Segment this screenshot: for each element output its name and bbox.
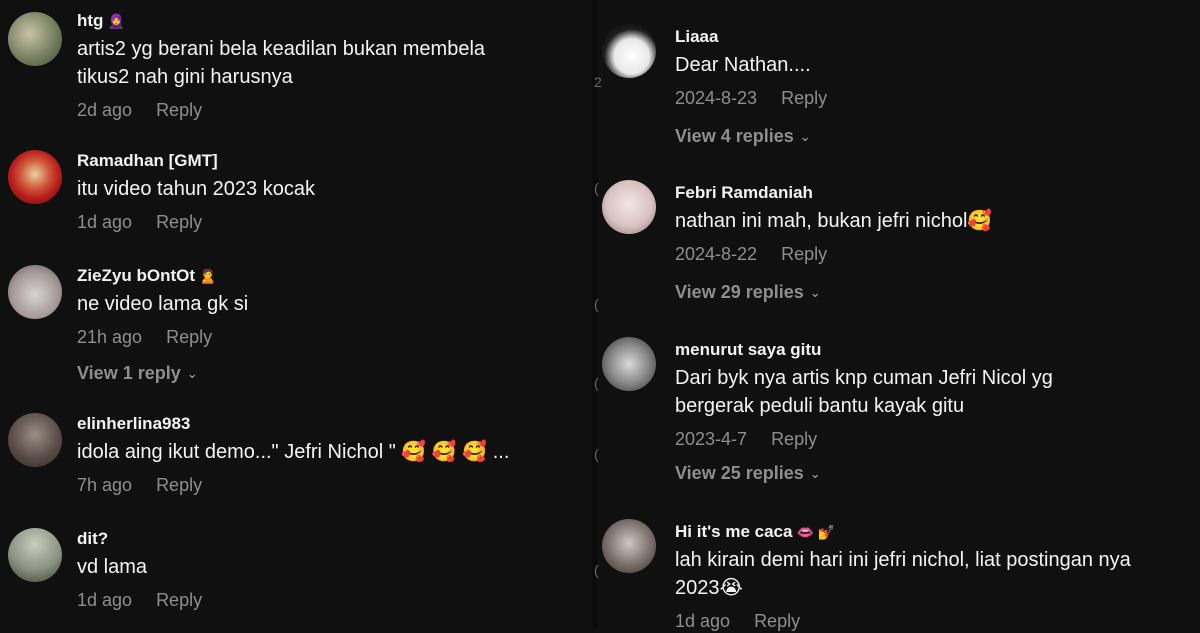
comment-meta: 2023-4-7 Reply bbox=[675, 427, 1192, 451]
comment-text: Dari byk nya artis knp cuman Jefri Nicol… bbox=[675, 367, 1053, 417]
avatar[interactable] bbox=[602, 519, 656, 573]
comment-username[interactable]: dit? bbox=[77, 528, 582, 550]
comment-timestamp: 7h ago bbox=[77, 475, 133, 495]
comment-username[interactable]: htg 🧕 bbox=[77, 10, 582, 32]
chevron-down-icon: ⌄ bbox=[809, 466, 821, 481]
comment-text: lah kirain demi hari ini jefri nichol, l… bbox=[675, 549, 1131, 599]
comment-timestamp: 21h ago bbox=[77, 327, 143, 347]
comment-timestamp: 1d ago bbox=[77, 590, 133, 610]
comment-timestamp: 2024-8-23 bbox=[675, 88, 758, 108]
avatar[interactable] bbox=[8, 413, 62, 467]
view-replies-button[interactable]: View 29 replies ⌄ bbox=[675, 280, 1192, 306]
comment-meta: 1d ago Reply bbox=[77, 210, 582, 234]
comment-username[interactable]: menurut saya gitu bbox=[675, 339, 1192, 361]
user-badge-emoji: 🧕 bbox=[107, 13, 125, 29]
user-badge-emoji: 👄 💅 bbox=[796, 524, 836, 540]
comment-meta: 1d ago Reply bbox=[77, 588, 582, 612]
reply-button[interactable]: Reply bbox=[771, 429, 817, 449]
comment-username[interactable]: elinherlina983 bbox=[77, 413, 582, 435]
avatar[interactable] bbox=[8, 150, 62, 204]
comment-meta: 2024-8-22 Reply bbox=[675, 242, 1192, 266]
reply-button[interactable]: Reply bbox=[754, 611, 800, 631]
avatar[interactable] bbox=[602, 180, 656, 234]
avatar[interactable] bbox=[8, 528, 62, 582]
comment-text: ne video lama gk si bbox=[77, 293, 249, 315]
reply-button[interactable]: Reply bbox=[156, 590, 202, 610]
comment-text: Dear Nathan.... bbox=[675, 54, 811, 76]
comment-timestamp: 1d ago bbox=[675, 611, 731, 631]
comment-timestamp: 2024-8-22 bbox=[675, 244, 758, 264]
comment-username[interactable]: Febri Ramdaniah bbox=[675, 182, 1192, 204]
avatar[interactable] bbox=[8, 265, 62, 319]
comment-meta: 2d ago Reply bbox=[77, 98, 582, 122]
avatar[interactable] bbox=[602, 337, 656, 391]
view-replies-button[interactable]: View 1 reply ⌄ bbox=[77, 361, 582, 387]
chevron-down-icon: ⌄ bbox=[809, 285, 821, 300]
reply-button[interactable]: Reply bbox=[781, 244, 827, 264]
chevron-down-icon: ⌄ bbox=[186, 366, 198, 381]
left-comment-column: htg 🧕 artis2 yg berani bela keadilan buka… bbox=[0, 0, 590, 628]
reply-button[interactable]: Reply bbox=[156, 212, 202, 232]
comment-meta: 7h ago Reply bbox=[77, 473, 582, 497]
comment-text: nathan ini mah, bukan jefri nichol🥰 bbox=[675, 210, 993, 232]
comment-timestamp: 1d ago bbox=[77, 212, 133, 232]
view-replies-button[interactable]: View 4 replies ⌄ bbox=[675, 124, 1192, 150]
user-badge-emoji: 🙎 bbox=[199, 268, 217, 284]
comment-username[interactable]: Ramadhan [GMT] bbox=[77, 150, 582, 172]
comment-timestamp: 2023-4-7 bbox=[675, 429, 748, 449]
comment-username[interactable]: Liaaa bbox=[675, 26, 1192, 48]
comment-text: idola aing ikut demo..." Jefri Nichol " … bbox=[77, 441, 510, 463]
comment-meta: 21h ago Reply bbox=[77, 325, 582, 349]
comment-text: artis2 yg berani bela keadilan bukan mem… bbox=[77, 38, 486, 88]
view-replies-button[interactable]: View 25 replies ⌄ bbox=[675, 461, 1192, 487]
right-comment-column: Liaaa Dear Nathan.... 2024-8-23 Reply Vie… bbox=[598, 0, 1200, 631]
comment-text: vd lama bbox=[77, 556, 148, 578]
reply-button[interactable]: Reply bbox=[156, 475, 202, 495]
comment-meta: 1d ago Reply bbox=[675, 609, 1192, 633]
avatar[interactable] bbox=[8, 12, 62, 66]
comment-meta: 2024-8-23 Reply bbox=[675, 86, 1192, 110]
reply-button[interactable]: Reply bbox=[156, 100, 202, 120]
reply-button[interactable]: Reply bbox=[781, 88, 827, 108]
reply-button[interactable]: Reply bbox=[166, 327, 212, 347]
comment-text: itu video tahun 2023 kocak bbox=[77, 178, 315, 200]
comment-timestamp: 2d ago bbox=[77, 100, 133, 120]
comment-username[interactable]: Hi it's me caca 👄 💅 bbox=[675, 521, 1192, 543]
chevron-down-icon: ⌄ bbox=[799, 129, 811, 144]
avatar[interactable] bbox=[602, 24, 656, 78]
comment-username[interactable]: ZieZyu bOntOt 🙎 bbox=[77, 265, 582, 287]
